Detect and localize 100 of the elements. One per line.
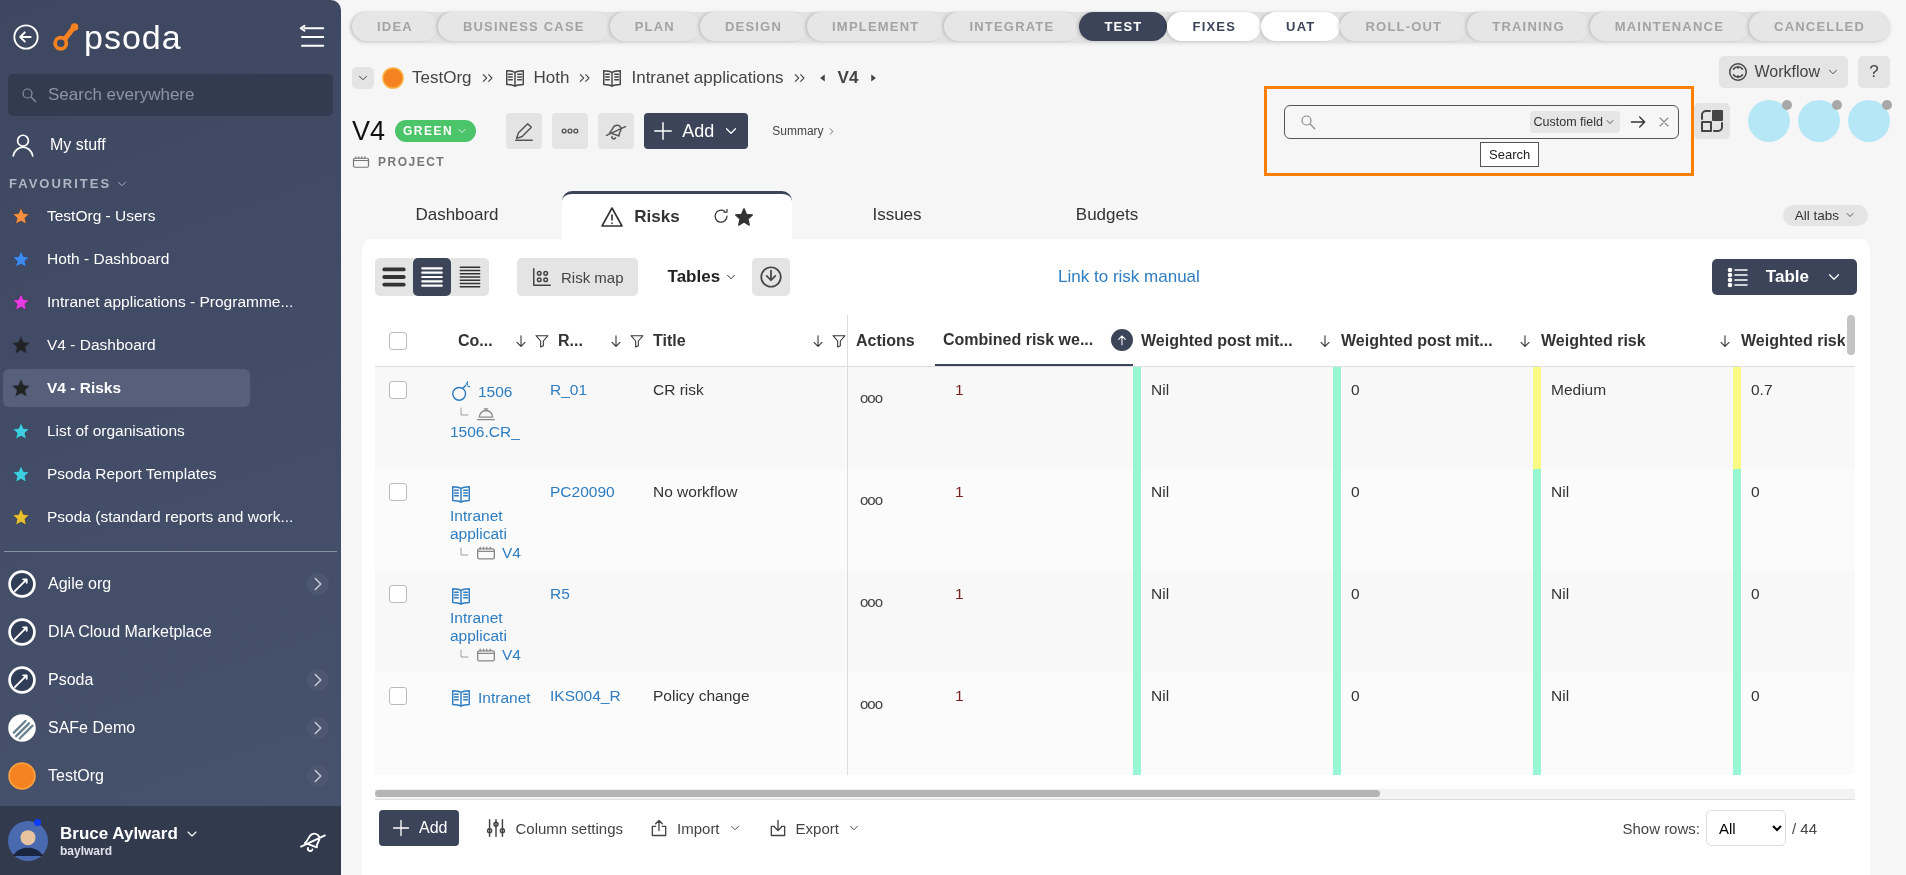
view-dropdown[interactable]: Table [1711,259,1857,295]
reference-link[interactable]: R5 [550,585,570,602]
reference-link[interactable]: PC20090 [550,483,615,500]
search-field[interactable]: Custom field [1284,105,1679,139]
breadcrumb-link[interactable]: TestOrg [412,68,472,88]
avatar-circle[interactable] [1798,100,1840,142]
organisation-item[interactable]: TestOrg [0,752,341,800]
switch-button[interactable] [1694,103,1730,139]
actions-menu-icon[interactable]: ooo [860,491,883,508]
row-checkbox[interactable] [389,585,407,603]
all-tabs-button[interactable]: All tabs [1782,204,1868,226]
favourite-item[interactable]: Hoth - Dashboard [3,240,250,278]
favourite-item[interactable]: TestOrg - Users [3,197,250,235]
risk-manual-link[interactable]: Link to risk manual [1058,267,1200,287]
scope-dropdown[interactable]: Custom field [1529,111,1620,133]
avatar-circle[interactable] [1848,100,1890,142]
workflow-stage[interactable]: FIXES [1167,12,1262,41]
summary-link[interactable]: Summary [772,124,837,138]
favourite-item[interactable]: Psoda (standard reports and work... [3,498,302,536]
column-header[interactable]: Weighted risk [1533,315,1733,366]
weighted-risk-cell-text: Nil [1551,584,1570,604]
organisation-item[interactable]: Psoda [0,656,341,704]
weighted-risk-cell-text: 0 [1751,584,1760,604]
more-button[interactable] [552,113,589,149]
tables-dropdown[interactable]: Tables [661,266,745,288]
actions-menu-icon[interactable]: ooo [860,695,883,712]
actions-menu-icon[interactable]: ooo [860,389,883,406]
code-link[interactable]: V4 [502,646,521,664]
reference-link[interactable]: IKS004_R [550,687,621,704]
column-settings-button[interactable]: Column settings [485,817,624,839]
download-button[interactable] [752,258,791,296]
add-button[interactable]: Add [644,113,749,149]
actions-menu-icon[interactable]: ooo [860,593,883,610]
workflow-button[interactable]: Workflow [1718,56,1848,88]
sort-arrow-icon [513,332,529,349]
column-header[interactable]: Weighted post mit... [1333,315,1533,366]
column-header[interactable]: Title [645,315,847,366]
export-button[interactable]: Export [767,818,861,838]
risk-map-button[interactable]: Risk map [517,258,638,296]
organisation-item[interactable]: DIA Cloud Marketplace [0,608,341,656]
my-stuff-link[interactable]: My stuff [50,136,106,154]
organisation-item[interactable]: Agile org [0,560,341,608]
favourites-heading[interactable]: FAVOURITES [9,176,112,191]
sort-ascending-icon[interactable] [1111,328,1133,351]
vertical-scrollbar[interactable] [1847,315,1855,355]
favourite-item[interactable]: Intranet applications - Programme... [3,283,302,321]
favourite-item[interactable]: Psoda Report Templates [3,455,250,493]
row-checkbox[interactable] [389,381,407,399]
horizontal-scrollbar[interactable] [375,790,1380,797]
organisation-item[interactable]: SAFe Demo [0,704,341,752]
import-button[interactable]: Import [649,818,742,838]
psoda-logo[interactable]: psoda [52,20,182,54]
plus-icon [652,120,675,142]
column-header[interactable]: R... [550,315,645,366]
row-checkbox[interactable] [389,687,407,705]
sliders-icon [485,817,508,839]
avatar-circle[interactable] [1748,100,1790,142]
column-header[interactable]: Actions [847,315,935,366]
favourite-item[interactable]: V4 - Risks [3,369,250,407]
workflow-stage[interactable]: UAT [1261,12,1341,41]
breadcrumb-link[interactable]: Intranet applications [631,68,784,88]
refresh-icon [711,206,730,225]
tab[interactable]: Dashboard [352,191,562,239]
density-button[interactable] [413,258,451,296]
sort-arrow-icon [1717,332,1733,349]
favourite-item[interactable]: List of organisations [3,412,250,450]
help-button[interactable]: ? [1858,56,1890,88]
rocket-icon [8,618,36,646]
column-header[interactable]: Weighted risk [1733,315,1845,366]
tab[interactable]: Issues [792,191,1002,239]
code-link[interactable]: 1506 [478,383,513,401]
add-button[interactable]: Add [379,810,460,846]
project-icon [352,153,370,171]
tree-connector-icon [458,407,470,419]
workflow-stage[interactable]: TEST [1079,12,1168,41]
search-field[interactable]: Search everywhere [8,74,333,116]
favourite-item[interactable]: V4 - Dashboard [3,326,250,364]
weighted-risk-cell-text: Nil [1151,380,1170,400]
tab[interactable]: Budgets [1002,191,1212,239]
edit-button[interactable] [506,113,543,149]
item-type-label: PROJECT [378,155,446,169]
follow-button[interactable] [598,113,635,149]
user-name[interactable]: Bruce Aylward [60,823,178,844]
column-header[interactable]: Co... [450,315,550,366]
tab[interactable]: Risks [562,191,792,239]
select-all-checkbox[interactable] [389,331,407,350]
expand-button[interactable] [352,67,374,89]
rows-select[interactable]: All [1705,810,1786,846]
code-link[interactable]: V4 [502,544,521,562]
row-checkbox[interactable] [389,483,407,501]
code-link[interactable]: Intranet applicati [450,507,538,543]
code-link[interactable]: 1506.CR_ [450,423,550,441]
code-link[interactable]: Intranet [478,689,531,707]
book-icon [450,687,472,709]
code-link[interactable]: Intranet applicati [450,609,538,645]
project-title: V4 [352,115,386,147]
reference-link[interactable]: R_01 [550,381,588,398]
warning-icon [600,204,625,229]
breadcrumb-link[interactable]: Hoth [533,68,570,88]
column-header[interactable]: Weighted post mit... [1133,315,1333,366]
